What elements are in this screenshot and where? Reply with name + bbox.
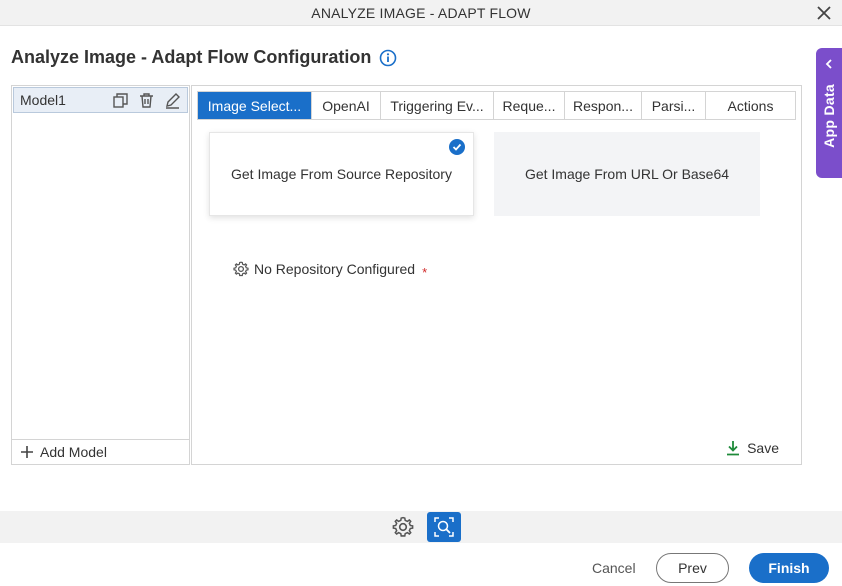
add-model-label: Add Model [40,444,107,460]
page-title-row: Analyze Image - Adapt Flow Configuration [11,47,397,68]
save-label: Save [747,440,779,456]
add-model-button[interactable]: Add Model [12,439,189,464]
tab-image-selection[interactable]: Image Select... [198,92,312,119]
tab-request[interactable]: Reque... [494,92,565,119]
chevron-left-icon [825,59,832,69]
tab-label: Image Select... [207,97,302,114]
tab-label: Respon... [573,97,633,114]
tab-label: Parsi... [651,97,696,114]
download-icon [727,441,740,456]
save-button[interactable]: Save [725,440,779,456]
source-repository-option[interactable]: Get Image From Source Repository [209,132,474,216]
page-title: Analyze Image - Adapt Flow Configuration [11,47,372,67]
close-icon[interactable] [814,3,834,23]
url-base64-label: Get Image From URL Or Base64 [524,166,730,182]
app-data-tab[interactable]: App Data [816,48,842,178]
prev-button[interactable]: Prev [656,553,729,583]
app-data-label: App Data [821,84,837,148]
gear-icon [233,261,249,277]
cancel-button[interactable]: Cancel [592,560,636,576]
edit-icon[interactable] [164,92,181,109]
tab-response[interactable]: Respon... [565,92,642,119]
tab-label: Actions [727,97,774,114]
checkmark-icon [449,139,465,155]
plus-icon [21,446,33,458]
window-title: ANALYZE IMAGE - ADAPT FLOW [311,4,531,21]
tab-bar: Image Select... OpenAI Triggering Ev... … [197,91,796,120]
tab-actions[interactable]: Actions [706,92,795,119]
tab-triggering-events[interactable]: Triggering Ev... [381,92,494,119]
analyze-image-icon[interactable] [427,512,461,542]
tab-parsing[interactable]: Parsi... [642,92,706,119]
required-mark: * [422,264,428,280]
configuration-panel: Image Select... OpenAI Triggering Ev... … [191,85,802,465]
info-icon[interactable] [379,49,397,67]
tab-label: Reque... [502,97,556,114]
copy-icon[interactable] [112,92,129,109]
window-titlebar: ANALYZE IMAGE - ADAPT FLOW [0,0,842,26]
settings-gear-icon[interactable] [391,512,415,542]
tab-label: Triggering Ev... [390,97,484,114]
model-item-label: Model1 [20,92,66,108]
url-base64-option[interactable]: Get Image From URL Or Base64 [494,132,760,216]
source-repository-label: Get Image From Source Repository [231,166,452,182]
tab-label: OpenAI [322,97,370,114]
footer-icon-group [391,512,461,542]
repository-config-link[interactable]: No Repository Configured * [233,261,428,280]
model-item[interactable]: Model1 [13,87,188,113]
delete-icon[interactable] [138,92,155,109]
model-list-panel: Model1 Add Model [11,85,190,465]
repository-label: No Repository Configured [254,261,416,277]
tab-openai[interactable]: OpenAI [312,92,381,119]
finish-button[interactable]: Finish [749,553,829,583]
